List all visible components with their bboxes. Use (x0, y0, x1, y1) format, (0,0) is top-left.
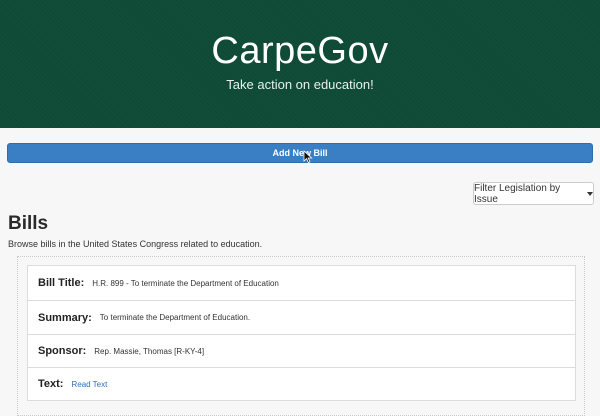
site-title: CarpeGov (211, 30, 389, 72)
bill-title-row: Bill Title: H.R. 899 - To terminate the … (27, 265, 576, 301)
bill-sponsor-value: Rep. Massie, Thomas [R-KY-4] (94, 346, 205, 356)
bill-sponsor-label: Sponsor: (38, 345, 87, 357)
bill-card: Bill Title: H.R. 899 - To terminate the … (17, 256, 585, 416)
bills-description: Browse bills in the United States Congre… (8, 239, 263, 249)
add-new-bill-label: Add New Bill (272, 148, 328, 158)
site-tagline: Take action on education! (226, 77, 374, 92)
add-new-bill-button[interactable]: Add New Bill (7, 143, 593, 163)
mouse-pointer-icon (303, 150, 313, 164)
bill-summary-value: To terminate the Department of Education… (99, 313, 251, 322)
read-text-link[interactable]: Read Text (71, 380, 107, 389)
bill-summary-label: Summary: (38, 311, 92, 324)
hero-banner: CarpeGov Take action on education! (0, 0, 600, 128)
bill-title-value: H.R. 899 - To terminate the Department o… (92, 278, 279, 288)
filter-legislation-dropdown[interactable]: Filter Legislation by Issue (473, 182, 594, 205)
bill-title-label: Bill Title: (38, 277, 85, 289)
bill-summary-row: Summary: To terminate the Department of … (27, 300, 576, 335)
caret-down-icon (587, 191, 593, 196)
bill-sponsor-row: Sponsor: Rep. Massie, Thomas [R-KY-4] (27, 334, 576, 368)
filter-legislation-label: Filter Legislation by Issue (474, 182, 561, 205)
bills-heading: Bills (8, 213, 49, 234)
bill-text-label: Text: (38, 378, 64, 390)
bill-text-row: Text: Read Text (27, 367, 576, 401)
